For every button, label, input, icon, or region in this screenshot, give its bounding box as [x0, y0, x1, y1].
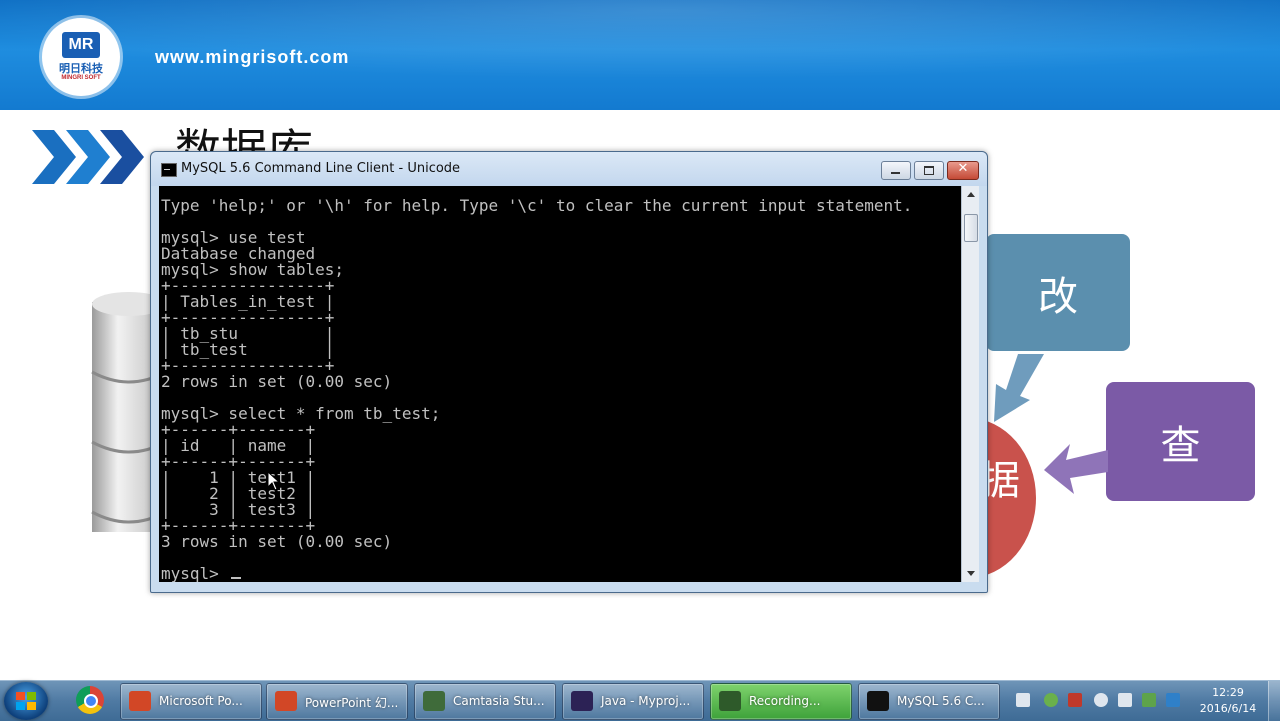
taskbar-item-label: Microsoft Po... — [159, 694, 243, 708]
taskbar-item[interactable]: Microsoft Po... — [120, 683, 262, 720]
scroll-thumb[interactable] — [964, 214, 978, 242]
taskbar-item-label: Camtasia Stu... — [453, 694, 545, 708]
console-app-icon[interactable] — [161, 163, 177, 177]
taskbar-item-label: PowerPoint 幻... — [305, 696, 399, 710]
clock-time: 12:29 — [1212, 686, 1244, 699]
logo-mark: MR — [62, 32, 100, 58]
site-url: www.mingrisoft.com — [155, 47, 350, 67]
start-button[interactable] — [4, 682, 48, 720]
text-cursor — [231, 577, 241, 579]
clock-date: 2016/6/14 — [1199, 702, 1257, 715]
taskbar-item-label: Java - Myproj... — [601, 694, 691, 708]
logo-chinese-text: 明日科技 — [59, 62, 103, 75]
security-icon[interactable] — [1068, 693, 1082, 707]
chevrons-decoration — [32, 130, 144, 184]
taskbar-item[interactable]: PowerPoint 幻... — [266, 683, 408, 720]
show-desktop-button[interactable] — [1268, 681, 1280, 721]
window-titlebar[interactable]: MySQL 5.6 Command Line Client - Unicode … — [151, 152, 987, 186]
powerpoint-slideshow-icon — [275, 691, 297, 711]
mingrisoft-logo: MR 明日科技 MINGRI SOFT — [42, 18, 120, 96]
taskbar-item-label: Recording... — [749, 694, 821, 708]
mouse-pointer-icon — [267, 471, 281, 491]
keyboard-icon[interactable] — [1016, 693, 1030, 707]
taskbar-item[interactable]: Java - Myproj... — [562, 683, 704, 720]
camtasia-icon — [423, 691, 445, 711]
taskbar: Microsoft Po... PowerPoint 幻... Camtasia S… — [0, 680, 1280, 721]
chrome-pinned-button[interactable] — [64, 684, 112, 718]
eclipse-icon — [571, 691, 593, 711]
chrome-icon — [76, 686, 104, 714]
close-icon: ✕ — [957, 161, 969, 176]
recording-icon — [719, 691, 741, 711]
taskbar-item-label: MySQL 5.6 C... — [897, 694, 985, 708]
logo-english-text: MINGRI SOFT — [61, 75, 101, 81]
action-center-icon[interactable] — [1142, 693, 1156, 707]
taskbar-item[interactable]: Camtasia Stu... — [414, 683, 556, 720]
scroll-up-arrow-icon[interactable] — [962, 186, 979, 203]
powerpoint-icon — [129, 691, 151, 711]
mysql-console-icon — [867, 691, 889, 711]
taskbar-item[interactable]: MySQL 5.6 C... — [858, 683, 1000, 720]
query-box: 查 — [1106, 382, 1255, 501]
close-button[interactable]: ✕ — [947, 161, 979, 180]
maximize-button[interactable] — [914, 161, 944, 180]
header-swoosh — [0, 0, 1280, 80]
minimize-button[interactable] — [881, 161, 911, 180]
window-title: MySQL 5.6 Command Line Client - Unicode — [181, 161, 461, 176]
vertical-scrollbar[interactable] — [961, 186, 979, 582]
windows-logo-icon — [16, 692, 36, 710]
network-status-icon[interactable] — [1044, 693, 1058, 707]
mysql-console-window[interactable]: MySQL 5.6 Command Line Client - Unicode … — [150, 151, 988, 593]
taskbar-clock[interactable]: 12:29 2016/6/14 — [1188, 685, 1268, 717]
input-method-icon[interactable] — [1166, 693, 1180, 707]
system-tray — [1010, 681, 1190, 721]
volume-icon[interactable] — [1094, 693, 1108, 707]
console-output-area[interactable]: Type 'help;' or '\h' for help. Type '\c'… — [159, 186, 961, 582]
signal-icon[interactable] — [1118, 693, 1132, 707]
taskbar-item[interactable]: Recording... — [710, 683, 852, 720]
slide-header: MR 明日科技 MINGRI SOFT www.mingrisoft.com — [0, 0, 1280, 110]
scroll-down-arrow-icon[interactable] — [962, 565, 979, 582]
console-text: Type 'help;' or '\h' for help. Type '\c'… — [161, 196, 913, 582]
arrow-down-icon — [994, 354, 1044, 422]
modify-box: 改 — [986, 234, 1130, 351]
arrow-left-icon — [1044, 444, 1108, 494]
